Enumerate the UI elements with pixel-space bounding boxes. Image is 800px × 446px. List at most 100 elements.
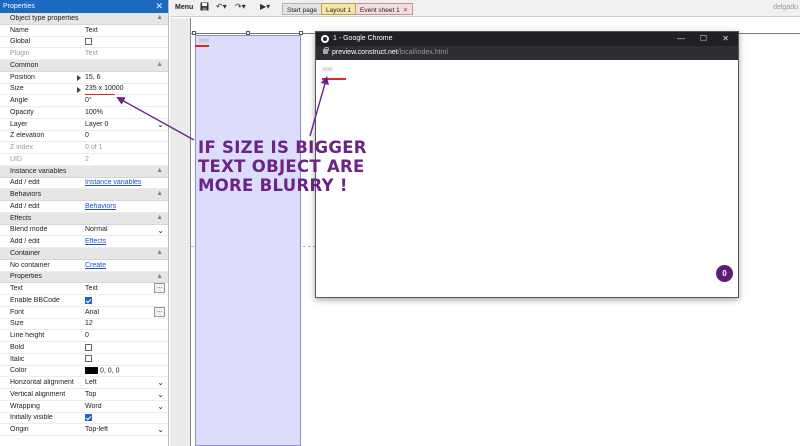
link-text[interactable]: Effects bbox=[85, 238, 106, 245]
text-object[interactable]: Text bbox=[195, 35, 301, 446]
property-row-text[interactable]: Text Text... bbox=[0, 283, 168, 295]
property-row-line-height[interactable]: Line height 0 bbox=[0, 330, 168, 342]
expand-arrow-icon[interactable] bbox=[77, 74, 81, 81]
property-checkbox[interactable] bbox=[84, 343, 168, 351]
address-bar[interactable]: preview.construct.net/local/index.html bbox=[316, 46, 738, 60]
property-row-italic[interactable]: Italic bbox=[0, 354, 168, 366]
checkbox-checked-icon[interactable] bbox=[85, 414, 92, 422]
ellipsis-button[interactable]: ... bbox=[154, 283, 165, 294]
property-value[interactable]: Top-left bbox=[84, 426, 168, 433]
property-row-angle[interactable]: Angle 0° bbox=[0, 95, 168, 107]
property-row-position[interactable]: Position 15, 6 bbox=[0, 72, 168, 84]
property-link[interactable]: Behaviors bbox=[84, 203, 168, 210]
collapse-chevron-icon[interactable]: ▲ bbox=[156, 14, 163, 21]
property-row-font[interactable]: Font Arial... bbox=[0, 306, 168, 319]
property-checkbox[interactable] bbox=[84, 355, 168, 363]
property-link[interactable]: Instance variables bbox=[84, 179, 168, 186]
ellipsis-button[interactable]: ... bbox=[154, 306, 165, 317]
property-row-vertical-alignment[interactable]: Vertical alignment Top ⌄ bbox=[0, 389, 168, 401]
notification-badge[interactable]: 0 bbox=[716, 265, 733, 282]
collapse-chevron-icon[interactable]: ▲ bbox=[156, 190, 163, 197]
property-row-blend-mode[interactable]: Blend mode Normal ⌄ bbox=[0, 225, 168, 237]
property-row-add-edit[interactable]: Add / edit Effects bbox=[0, 236, 168, 248]
property-row-layer[interactable]: Layer Layer 0 ⌄ bbox=[0, 119, 168, 131]
play-icon[interactable]: ▶▾ bbox=[260, 2, 270, 11]
property-row-add-edit[interactable]: Add / edit Behaviors bbox=[0, 201, 168, 213]
property-row-size[interactable]: Size 12 bbox=[0, 319, 168, 331]
minimize-icon[interactable]: — bbox=[677, 34, 685, 43]
collapse-chevron-icon[interactable]: ▲ bbox=[156, 214, 163, 221]
property-value[interactable]: 0 bbox=[84, 132, 168, 139]
link-text[interactable]: Instance variables bbox=[85, 179, 141, 186]
property-row-color[interactable]: Color 0, 0, 0 bbox=[0, 366, 168, 378]
property-value[interactable]: 235 x 10000 bbox=[84, 85, 168, 92]
property-row-bold[interactable]: Bold bbox=[0, 342, 168, 354]
close-icon[interactable]: ✕ bbox=[155, 1, 163, 11]
dropdown-chevron-icon[interactable]: ⌄ bbox=[157, 390, 164, 399]
property-row-add-edit[interactable]: Add / edit Instance variables bbox=[0, 178, 168, 190]
property-link[interactable]: Create bbox=[84, 262, 168, 269]
resize-handle[interactable] bbox=[299, 31, 303, 35]
checkbox-empty-icon[interactable] bbox=[85, 355, 92, 363]
property-row-opacity[interactable]: Opacity 100% bbox=[0, 107, 168, 119]
collapse-chevron-icon[interactable]: ▲ bbox=[156, 273, 163, 280]
property-row-no-container[interactable]: No container Create bbox=[0, 260, 168, 272]
property-value[interactable]: 0 bbox=[84, 332, 168, 339]
property-value[interactable]: Normal bbox=[84, 226, 168, 233]
resize-handle[interactable] bbox=[246, 31, 250, 35]
checkbox-empty-icon[interactable] bbox=[85, 343, 92, 351]
link-text[interactable]: Create bbox=[85, 262, 106, 269]
property-row-wrapping[interactable]: Wrapping Word ⌄ bbox=[0, 401, 168, 413]
property-row-enable-bbcode[interactable]: Enable BBCode bbox=[0, 295, 168, 307]
property-row-initially-visible[interactable]: Initially visible bbox=[0, 413, 168, 425]
section-header-behaviors[interactable]: Behaviors ▲ bbox=[0, 189, 168, 201]
url-text[interactable]: preview.construct.net/local/index.html bbox=[332, 49, 448, 56]
property-row-z-elevation[interactable]: Z elevation 0 bbox=[0, 131, 168, 143]
dropdown-chevron-icon[interactable]: ⌄ bbox=[157, 120, 164, 129]
property-value[interactable]: Layer 0 bbox=[84, 121, 168, 128]
property-value[interactable]: Left bbox=[84, 379, 168, 386]
section-header-properties[interactable]: Properties ▲ bbox=[0, 271, 168, 284]
property-row-global[interactable]: Global bbox=[0, 37, 168, 49]
expand-arrow-icon[interactable] bbox=[77, 86, 81, 93]
save-icon[interactable] bbox=[200, 2, 209, 13]
collapse-chevron-icon[interactable]: ▲ bbox=[156, 61, 163, 68]
section-header-common[interactable]: Common ▲ bbox=[0, 60, 168, 72]
property-value[interactable]: 12 bbox=[84, 320, 168, 327]
property-value[interactable]: 15, 6 bbox=[84, 74, 168, 81]
close-icon[interactable]: ✕ bbox=[722, 34, 729, 43]
property-row-size[interactable]: Size 235 x 10000 bbox=[0, 84, 168, 96]
checkbox-checked-icon[interactable] bbox=[85, 296, 92, 304]
property-value[interactable]: Text bbox=[84, 27, 168, 34]
resize-handle[interactable] bbox=[192, 31, 196, 35]
property-row-name[interactable]: Name Text bbox=[0, 25, 168, 37]
property-value[interactable]: Word bbox=[84, 403, 168, 410]
menu-button[interactable]: Menu bbox=[175, 4, 193, 11]
checkbox-empty-icon[interactable] bbox=[85, 38, 92, 46]
close-tab-icon[interactable]: ✕ bbox=[403, 7, 408, 14]
tab-event-sheet-1[interactable]: Event sheet 1 ✕ bbox=[355, 3, 414, 15]
property-value[interactable]: 0° bbox=[84, 97, 168, 104]
property-value[interactable]: 100% bbox=[84, 109, 168, 116]
dropdown-chevron-icon[interactable]: ⌄ bbox=[157, 402, 164, 411]
property-row-horizontal-alignment[interactable]: Horizontal alignment Left ⌄ bbox=[0, 377, 168, 389]
property-value[interactable]: Top bbox=[84, 391, 168, 398]
property-checkbox[interactable] bbox=[84, 296, 168, 304]
color-swatch[interactable] bbox=[85, 367, 98, 375]
collapse-chevron-icon[interactable]: ▲ bbox=[156, 167, 163, 174]
property-color-value[interactable]: 0, 0, 0 bbox=[84, 367, 168, 375]
dropdown-chevron-icon[interactable]: ⌄ bbox=[157, 425, 164, 434]
redo-icon[interactable]: ↷▾ bbox=[235, 2, 246, 11]
property-link[interactable]: Effects bbox=[84, 238, 168, 245]
dropdown-chevron-icon[interactable]: ⌄ bbox=[157, 226, 164, 235]
section-header-instance-variables[interactable]: Instance variables ▲ bbox=[0, 165, 168, 178]
collapse-chevron-icon[interactable]: ▲ bbox=[156, 249, 163, 256]
property-checkbox[interactable] bbox=[84, 414, 168, 422]
property-row-origin[interactable]: Origin Top-left ⌄ bbox=[0, 424, 168, 436]
dropdown-chevron-icon[interactable]: ⌄ bbox=[157, 378, 164, 387]
link-text[interactable]: Behaviors bbox=[85, 203, 116, 210]
section-header-object-type-properties[interactable]: Object type properties ▲ bbox=[0, 13, 168, 25]
maximize-icon[interactable]: ☐ bbox=[700, 34, 707, 43]
undo-icon[interactable]: ↶▾ bbox=[216, 2, 227, 11]
section-header-effects[interactable]: Effects ▲ bbox=[0, 212, 168, 225]
